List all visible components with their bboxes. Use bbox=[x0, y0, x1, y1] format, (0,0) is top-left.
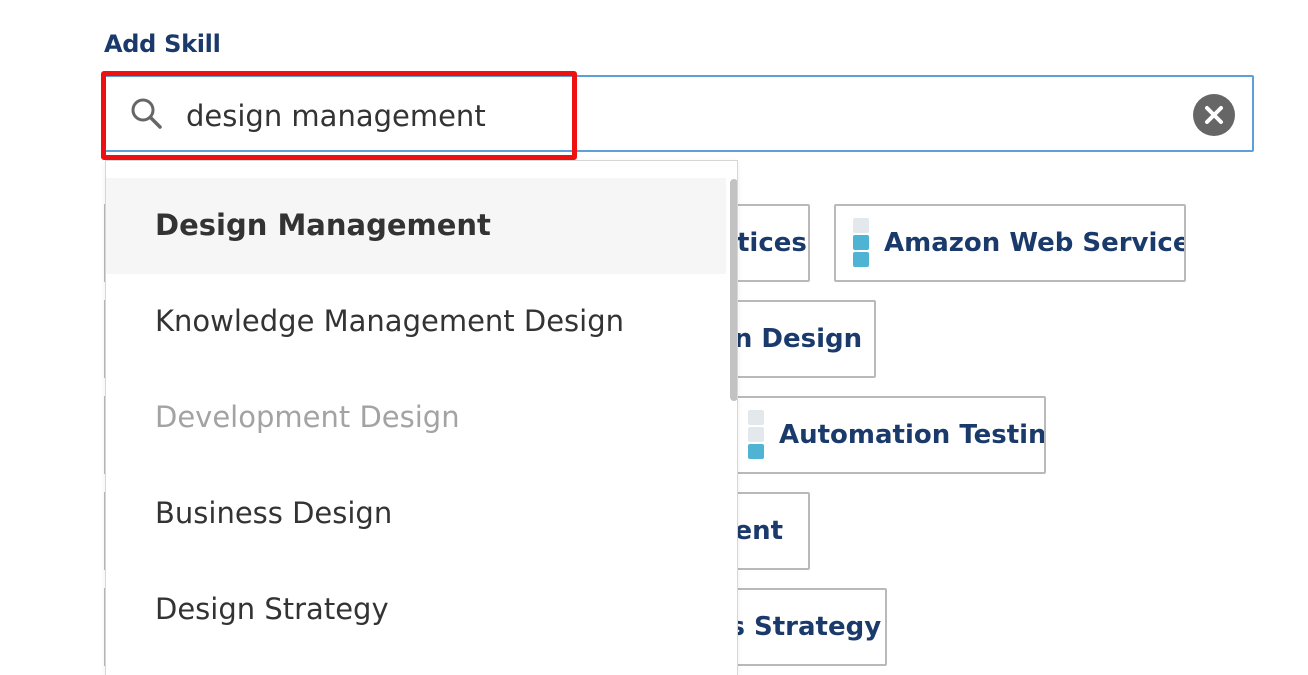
add-skill-label: Add Skill bbox=[104, 30, 221, 58]
clear-search-button[interactable] bbox=[1193, 94, 1235, 136]
suggestion-knowledge-management-design[interactable]: Knowledge Management Design bbox=[106, 274, 726, 370]
skill-level-indicator bbox=[748, 410, 764, 460]
clear-icon bbox=[1205, 106, 1223, 124]
skill-chip-amazon-web-services[interactable]: Amazon Web Services bbox=[834, 204, 1186, 282]
dropdown-scrollbar[interactable] bbox=[730, 179, 737, 401]
suggestion-business-design[interactable]: Business Design bbox=[106, 466, 726, 562]
suggestion-design-strategy[interactable]: Design Strategy bbox=[106, 562, 726, 658]
search-icon bbox=[131, 98, 162, 129]
skill-suggestions-dropdown[interactable]: Design Management Knowledge Management D… bbox=[105, 160, 738, 675]
suggestion-design-management[interactable]: Design Management bbox=[106, 178, 726, 274]
skill-search-input[interactable] bbox=[186, 96, 1086, 136]
suggestion-development-design: Development Design bbox=[155, 400, 460, 434]
skill-level-indicator bbox=[853, 218, 869, 268]
